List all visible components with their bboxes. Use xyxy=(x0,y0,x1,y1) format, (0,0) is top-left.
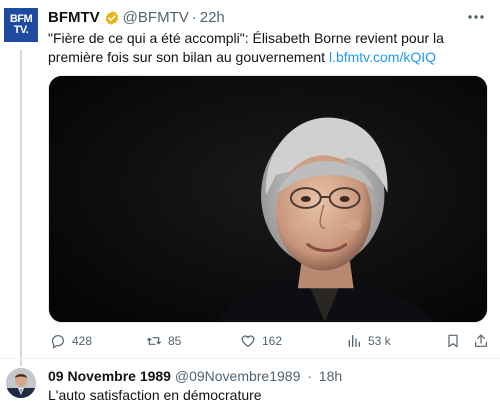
reply-header-separator: · xyxy=(307,368,312,384)
views-count: 53 k xyxy=(368,334,391,348)
tweet-text: "Fière de ce qui a été accompli": Élisab… xyxy=(48,29,488,67)
share-button[interactable] xyxy=(473,333,495,349)
bookmark-button[interactable] xyxy=(445,333,467,349)
share-icon xyxy=(475,334,487,347)
reply-author-avatar[interactable] xyxy=(6,368,36,398)
author-name[interactable]: BFMTV xyxy=(48,8,100,28)
reply-author-handle[interactable]: @09Novembre1989 xyxy=(175,368,301,384)
tweet-time[interactable]: 22h xyxy=(200,8,225,28)
more-icon[interactable] xyxy=(466,10,486,24)
reply-text: L'auto satisfaction en démocrature xyxy=(48,387,262,403)
views-icon xyxy=(348,335,360,347)
reply-icon xyxy=(52,335,64,349)
retweet-icon xyxy=(146,337,162,345)
reply-author-name[interactable]: 09 Novembre 1989 xyxy=(48,368,171,384)
reply-count: 428 xyxy=(72,334,93,348)
retweet-count: 85 xyxy=(168,334,182,348)
views-button[interactable]: 53 k xyxy=(346,333,391,349)
like-button[interactable]: 162 xyxy=(240,333,282,349)
reply-header: 09 Novembre 1989 @09Novembre1989 · 18h xyxy=(48,367,342,385)
tweet-actions: 428 85 162 53 k xyxy=(48,330,488,352)
verified-badge-icon xyxy=(105,11,118,25)
bookmark-icon xyxy=(448,334,458,348)
tweet-header: BFMTV @BFMTV · 22h xyxy=(48,8,225,28)
tweet[interactable]: BFM TV. BFMTV @BFMTV · 22h "Fière de ce … xyxy=(0,0,500,366)
avatar-text-line-2: TV. xyxy=(13,24,29,36)
avatar-photo xyxy=(6,368,36,398)
tweet-media-photo[interactable] xyxy=(48,75,488,323)
tweet-link[interactable]: l.bfmtv.com/kQIQ xyxy=(329,49,436,65)
photo-portrait xyxy=(49,76,487,322)
reply-button[interactable]: 428 xyxy=(50,333,92,349)
reply-time[interactable]: 18h xyxy=(319,368,342,384)
retweet-button[interactable]: 85 xyxy=(146,333,181,349)
like-icon xyxy=(241,335,255,348)
author-handle[interactable]: @BFMTV xyxy=(123,8,189,28)
header-separator: · xyxy=(191,9,197,26)
author-avatar[interactable]: BFM TV. xyxy=(4,8,38,42)
thread-line xyxy=(20,50,22,366)
reply-tweet[interactable]: 09 Novembre 1989 @09Novembre1989 · 18h L… xyxy=(0,359,500,406)
like-count: 162 xyxy=(262,334,283,348)
